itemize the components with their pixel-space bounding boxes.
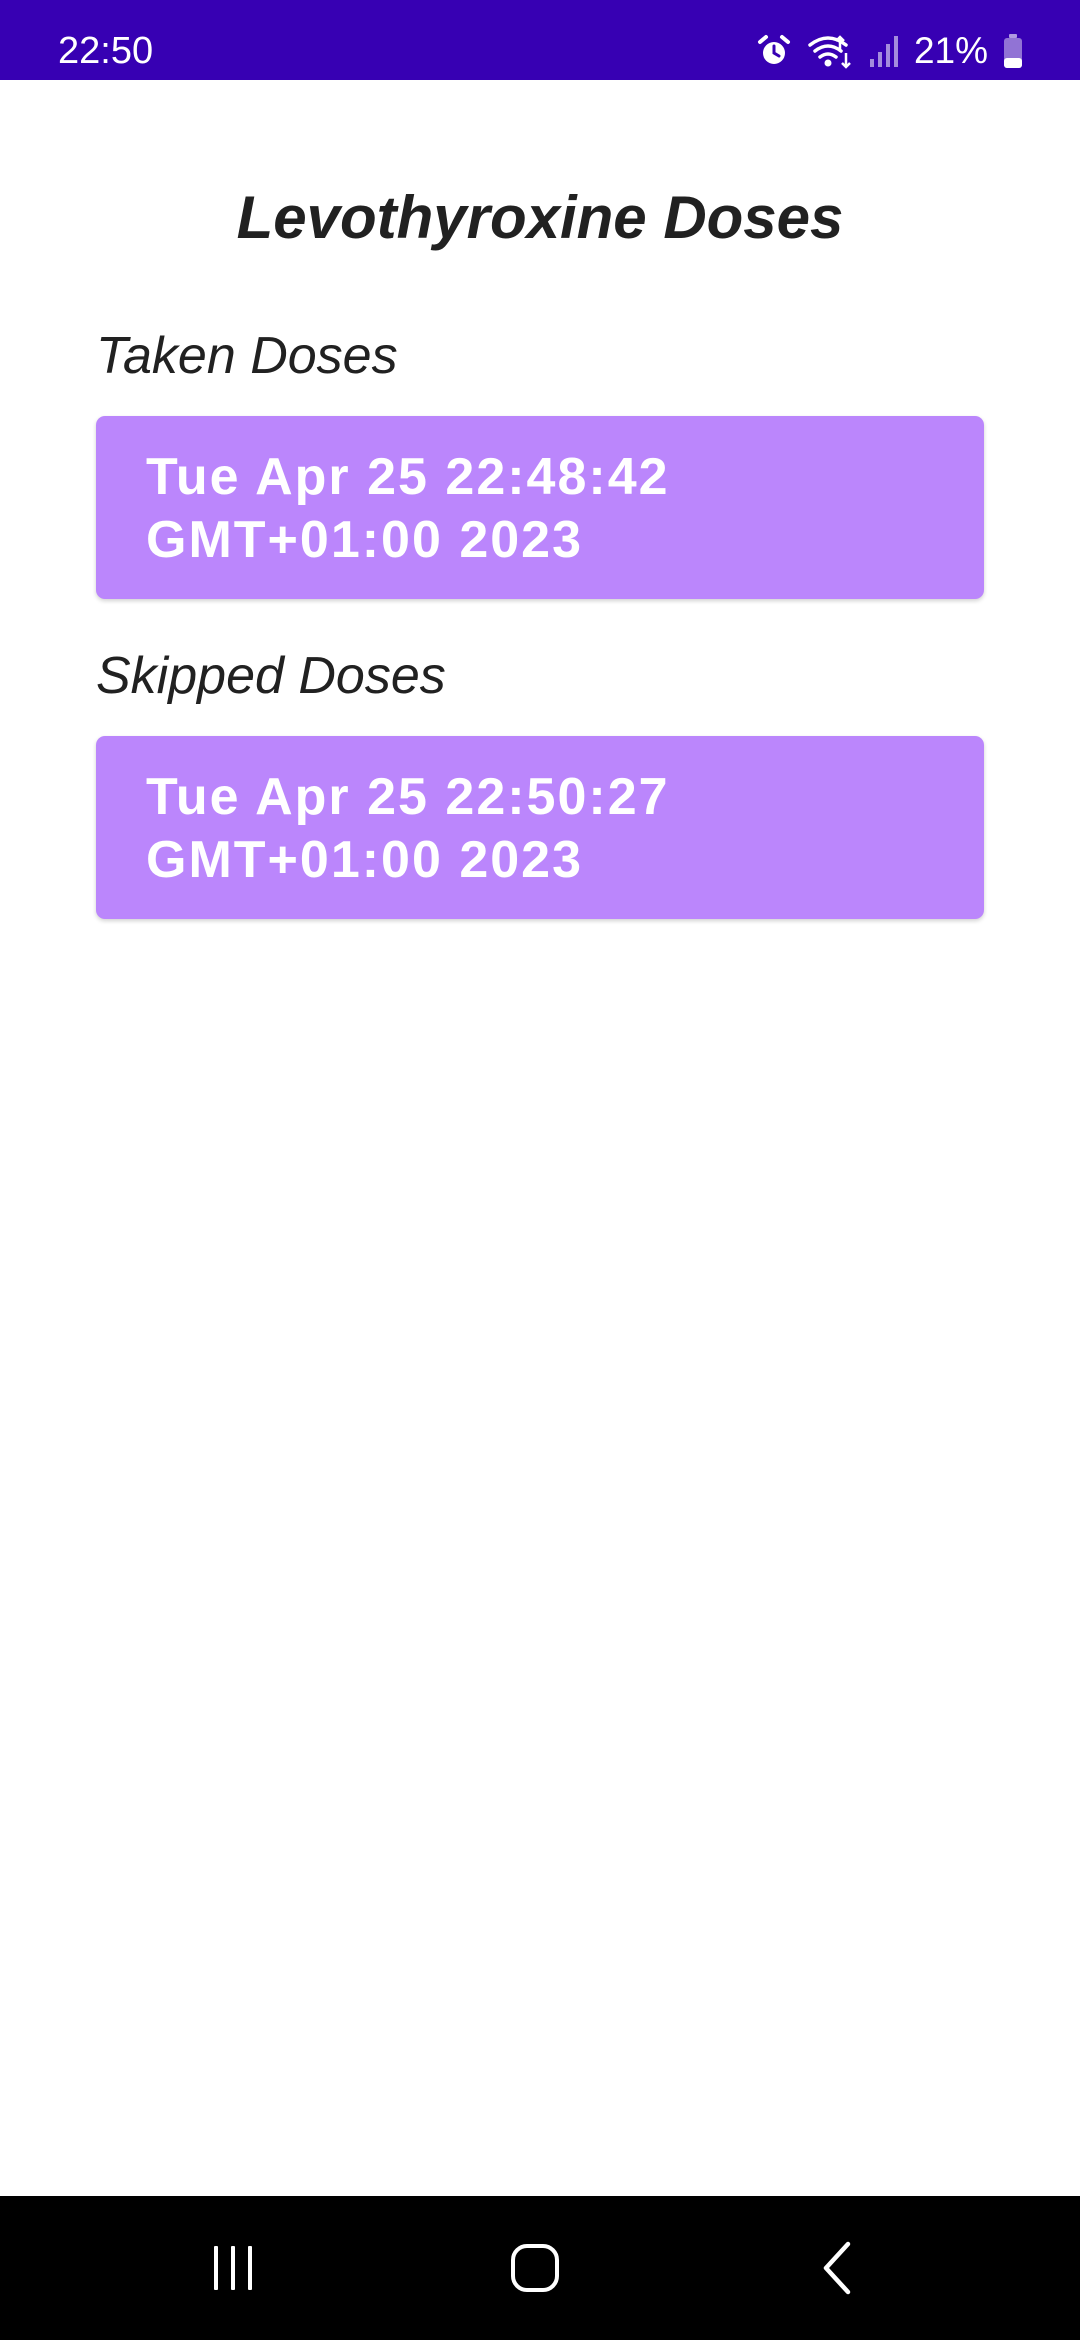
skipped-doses-heading: Skipped Doses <box>96 647 446 705</box>
home-button[interactable] <box>455 2196 615 2340</box>
recents-button[interactable] <box>153 2196 313 2340</box>
wifi-icon <box>806 33 854 69</box>
battery-percent: 21% <box>913 30 988 71</box>
dose-datetime-line1: Tue Apr 25 22:50:27 <box>146 768 670 826</box>
skipped-dose-item[interactable]: Tue Apr 25 22:50:27 GMT+01:00 2023 <box>96 736 984 919</box>
battery-icon <box>1002 33 1024 69</box>
status-bar: 22:50 21% <box>0 0 1080 80</box>
alarm-icon <box>756 33 792 69</box>
dose-datetime-line1: Tue Apr 25 22:48:42 <box>146 448 670 506</box>
taken-doses-heading: Taken Doses <box>96 327 398 385</box>
home-icon <box>511 2244 559 2292</box>
back-button[interactable] <box>758 2196 918 2340</box>
navigation-bar <box>0 2196 1080 2340</box>
signal-icon <box>868 33 900 69</box>
taken-dose-item[interactable]: Tue Apr 25 22:48:42 GMT+01:00 2023 <box>96 416 984 599</box>
recents-icon <box>214 2246 252 2290</box>
back-icon <box>823 2241 851 2295</box>
dose-datetime-line2: GMT+01:00 2023 <box>146 511 584 569</box>
dose-datetime-line2: GMT+01:00 2023 <box>146 831 584 889</box>
status-time: 22:50 <box>58 30 154 72</box>
page-title: Levothyroxine Doses <box>236 184 844 251</box>
status-icons: 21% <box>756 11 1024 91</box>
